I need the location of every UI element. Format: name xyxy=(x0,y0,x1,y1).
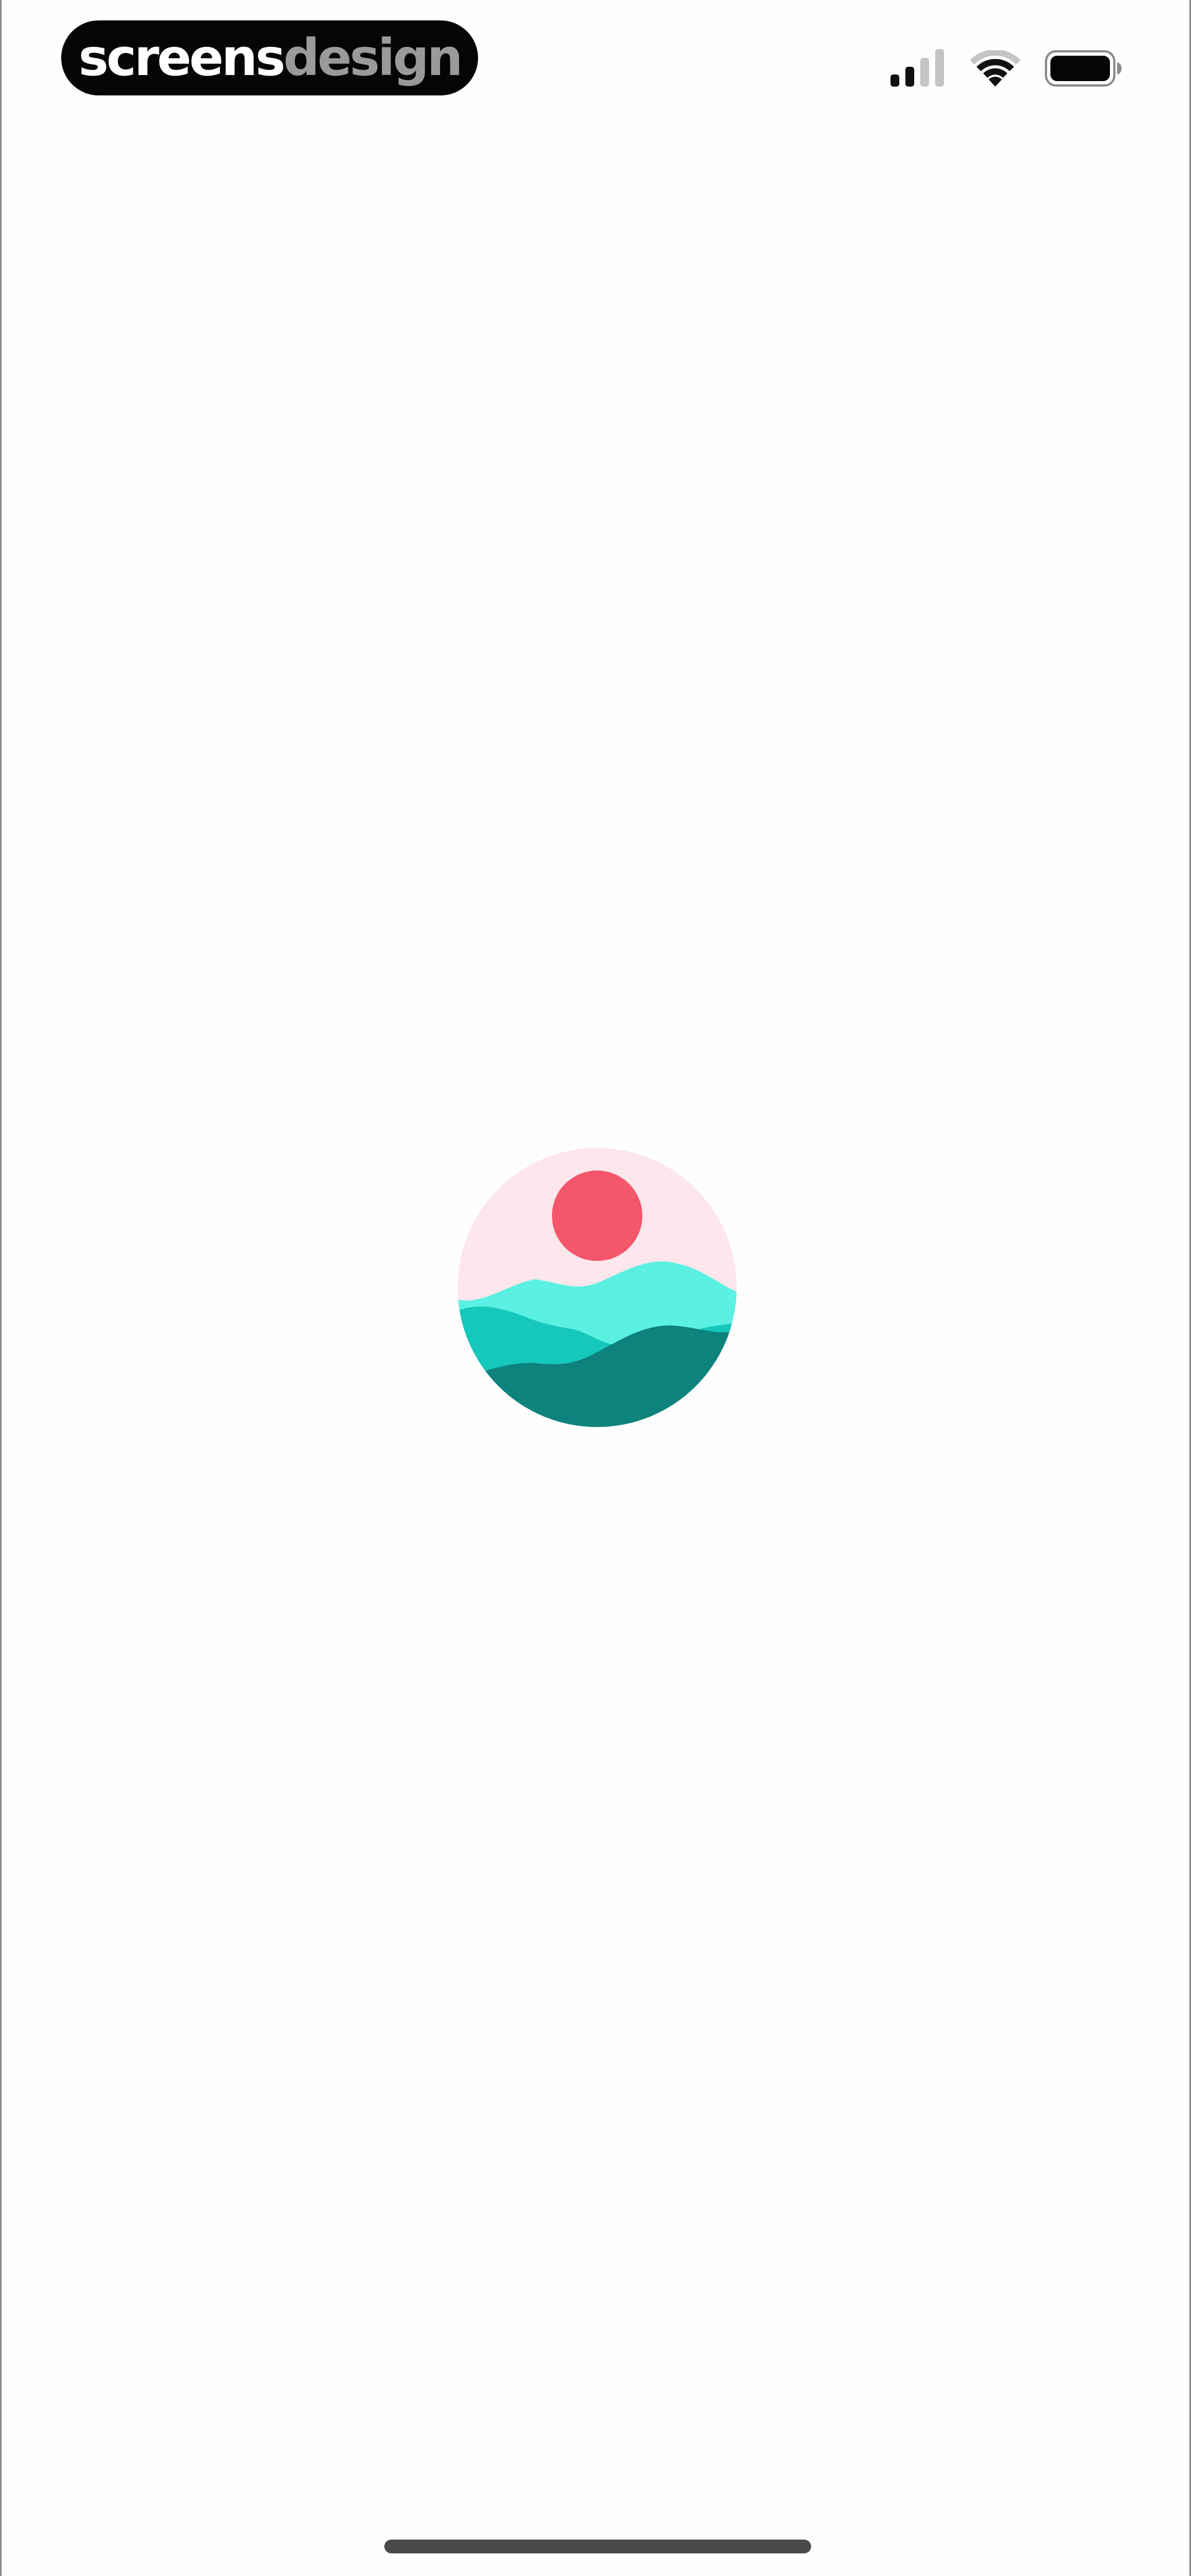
wifi-icon xyxy=(970,50,1021,87)
home-indicator[interactable] xyxy=(384,2540,811,2553)
sunset-over-waves-icon xyxy=(458,1148,737,1427)
status-icons xyxy=(890,46,1122,90)
screensdesign-watermark: screens design xyxy=(61,20,478,95)
splash-screen: screens design xyxy=(0,0,1191,2576)
status-bar: screens design xyxy=(2,0,1191,127)
watermark-text-part2: design xyxy=(283,28,463,87)
watermark-text-part1: screens xyxy=(78,28,286,87)
battery-icon xyxy=(1045,50,1122,87)
cellular-signal-icon xyxy=(890,49,944,87)
